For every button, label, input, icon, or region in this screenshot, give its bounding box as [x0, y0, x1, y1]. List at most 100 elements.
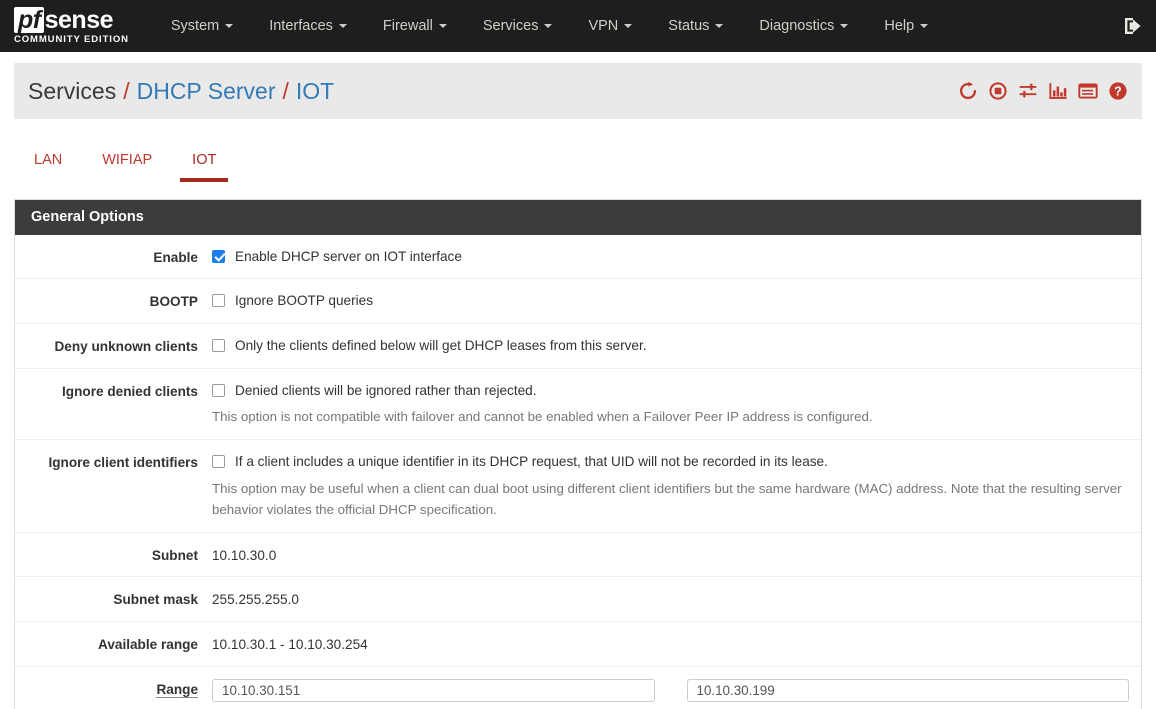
- pfsense-logo[interactable]: pf sense COMMUNITY EDITION: [8, 7, 129, 45]
- nav-item-label: Diagnostics: [759, 18, 835, 34]
- nav-item-services[interactable]: Services: [465, 0, 571, 52]
- nav-item-system[interactable]: System: [153, 0, 251, 52]
- general-options-panel: General Options Enable Enable DHCP serve…: [14, 199, 1142, 709]
- checkbox-line: Ignore BOOTP queries: [212, 291, 1129, 311]
- checkbox-deny-unknown-clients-label[interactable]: Only the clients defined below will get …: [235, 336, 647, 356]
- svg-text:?: ?: [1114, 85, 1122, 99]
- tab-iot[interactable]: IOT: [172, 152, 236, 182]
- checkbox-ignore-client-identifiers-label[interactable]: If a client includes a unique identifier…: [235, 452, 828, 472]
- breadcrumb-item-dhcp-server[interactable]: DHCP Server: [137, 78, 276, 105]
- nav-item-label: Firewall: [382, 18, 433, 34]
- chevron-down-icon: [920, 24, 929, 28]
- log-list-icon[interactable]: [1078, 81, 1098, 101]
- checkbox-line: Only the clients defined below will get …: [212, 336, 1129, 356]
- checkbox-line: If a client includes a unique identifier…: [212, 452, 1129, 472]
- range-to-column: To: [686, 678, 1129, 709]
- form-row-enable: Enable Enable DHCP server on IOT interfa…: [15, 235, 1141, 280]
- form-row-subnet: Subnet 10.10.30.0: [15, 533, 1141, 578]
- nav-item-firewall[interactable]: Firewall: [365, 0, 465, 52]
- checkbox-ignore-client-identifiers[interactable]: [212, 455, 225, 469]
- form-label-ignore-denied-clients: Ignore denied clients: [62, 383, 198, 399]
- help-circle-icon[interactable]: ?: [1108, 81, 1128, 101]
- brand-subtitle: COMMUNITY EDITION: [14, 34, 129, 46]
- settings-sliders-icon[interactable]: [1018, 81, 1038, 101]
- nav-item-diagnostics[interactable]: Diagnostics: [741, 0, 866, 52]
- tab-lan[interactable]: LAN: [14, 152, 82, 182]
- help-text-ignore-client-identifiers: This option may be useful when a client …: [212, 480, 1122, 518]
- tab-label: IOT: [192, 152, 217, 168]
- nav-item-label: VPN: [588, 18, 619, 34]
- form-row-bootp: BOOTP Ignore BOOTP queries: [15, 279, 1141, 325]
- tab-wifiap[interactable]: WIFIAP: [82, 152, 172, 182]
- chevron-down-icon: [225, 24, 234, 28]
- form-label-ignore-client-identifiers: Ignore client identifiers: [48, 455, 198, 471]
- range-to-input[interactable]: [686, 678, 1129, 702]
- form-label-enable: Enable: [153, 249, 198, 265]
- nav-item-label: Interfaces: [269, 18, 333, 34]
- nav-item-label: Services: [482, 18, 539, 34]
- checkbox-bootp-label[interactable]: Ignore BOOTP queries: [235, 291, 373, 311]
- breadcrumb-separator: /: [123, 77, 130, 104]
- form-field-subnet-mask: 255.255.255.0: [212, 589, 1141, 610]
- range-inputs: From To: [212, 678, 1129, 709]
- form-field-available-range: 10.10.30.1 - 10.10.30.254: [212, 634, 1141, 655]
- checkbox-bootp[interactable]: [212, 294, 225, 308]
- value-available-range: 10.10.30.1 - 10.10.30.254: [212, 637, 368, 653]
- nav-item-interfaces[interactable]: Interfaces: [251, 0, 365, 52]
- checkbox-ignore-denied-clients-label[interactable]: Denied clients will be ignored rather th…: [235, 381, 537, 401]
- form-row-available-range: Available range 10.10.30.1 - 10.10.30.25…: [15, 622, 1141, 667]
- value-subnet-mask: 255.255.255.0: [212, 592, 299, 608]
- form-field-subnet: 10.10.30.0: [212, 545, 1141, 566]
- chevron-down-icon: [544, 24, 553, 28]
- restart-service-icon[interactable]: [958, 81, 978, 101]
- logout-icon[interactable]: [1122, 15, 1144, 37]
- checkbox-line: Denied clients will be ignored rather th…: [212, 381, 1129, 401]
- nav-item-label: Help: [884, 18, 915, 34]
- nav-item-vpn[interactable]: VPN: [570, 0, 650, 52]
- form-field-deny-unknown-clients: Only the clients defined below will get …: [212, 336, 1141, 356]
- form-label-range: Range: [15, 679, 212, 700]
- value-subnet: 10.10.30.0: [212, 547, 277, 563]
- checkbox-ignore-denied-clients[interactable]: [212, 383, 225, 397]
- form-field-ignore-denied-clients: Denied clients will be ignored rather th…: [212, 381, 1141, 428]
- range-from-column: From: [212, 678, 655, 709]
- panel-body: Enable Enable DHCP server on IOT interfa…: [15, 235, 1141, 709]
- page-header: Services / DHCP Server / IOT ?: [14, 63, 1142, 119]
- help-text-ignore-denied-clients: This option is not compatible with failo…: [212, 409, 873, 425]
- stop-service-icon[interactable]: [988, 81, 1008, 101]
- form-row-deny-unknown-clients: Deny unknown clients Only the clients de…: [15, 324, 1141, 369]
- chevron-down-icon: [438, 24, 447, 28]
- form-label-deny-unknown-clients: Deny unknown clients: [54, 339, 198, 355]
- chevron-down-icon: [624, 24, 633, 28]
- nav-item-status[interactable]: Status: [650, 0, 741, 52]
- form-label-bootp: BOOTP: [149, 294, 198, 310]
- main-menu: System Interfaces Firewall Services VPN …: [153, 0, 946, 52]
- bar-chart-icon[interactable]: [1048, 81, 1068, 101]
- checkbox-enable-label[interactable]: Enable DHCP server on IOT interface: [235, 247, 462, 267]
- checkbox-enable[interactable]: [212, 249, 225, 263]
- form-label-subnet: Subnet: [151, 547, 198, 563]
- breadcrumb-item-iot[interactable]: IOT: [296, 78, 334, 105]
- form-label-subnet-mask: Subnet mask: [113, 592, 198, 608]
- checkbox-deny-unknown-clients[interactable]: [212, 339, 225, 353]
- brand-wordmark: pf sense: [14, 7, 129, 33]
- range-from-input[interactable]: [212, 678, 655, 702]
- panel-title: General Options: [15, 200, 1141, 235]
- form-row-range: Range From To: [15, 667, 1141, 709]
- form-row-ignore-client-identifiers: Ignore client identifiers If a client in…: [15, 440, 1141, 533]
- breadcrumb-item-services: Services: [28, 77, 117, 104]
- brand-pf-text: pf: [14, 7, 44, 33]
- tab-label: LAN: [34, 152, 63, 168]
- chevron-down-icon: [715, 24, 724, 28]
- brand-sense-text: sense: [44, 6, 114, 35]
- form-row-subnet-mask: Subnet mask 255.255.255.0: [15, 577, 1141, 623]
- form-label-available-range: Available range: [98, 637, 198, 653]
- header-action-icons: ?: [958, 81, 1128, 101]
- range-label-tooltip[interactable]: Range: [156, 681, 198, 698]
- nav-item-help[interactable]: Help: [866, 0, 946, 52]
- interface-tabs: LAN WIFIAP IOT: [14, 136, 1142, 182]
- form-field-range: From To: [212, 678, 1141, 709]
- form-field-ignore-client-identifiers: If a client includes a unique identifier…: [212, 452, 1141, 521]
- tab-label: WIFIAP: [102, 152, 153, 168]
- form-row-ignore-denied-clients: Ignore denied clients Denied clients wil…: [15, 369, 1141, 441]
